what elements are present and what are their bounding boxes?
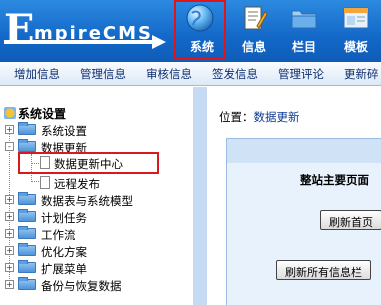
- breadcrumb-link[interactable]: 数据更新: [254, 110, 300, 124]
- expand-toggle-icon[interactable]: +: [5, 195, 14, 204]
- folder-icon: [18, 226, 36, 239]
- expand-toggle-icon[interactable]: +: [5, 229, 14, 238]
- folder-icon: [18, 209, 36, 222]
- folder-icon: [18, 122, 36, 135]
- sidebar-title: 系统设置: [4, 105, 66, 122]
- globe-icon: [186, 4, 214, 32]
- sidebar-item-extend-menu[interactable]: + 扩展菜单: [5, 260, 185, 276]
- expand-toggle-icon[interactable]: +: [5, 212, 14, 221]
- folder-icon: [18, 139, 36, 152]
- sidebar-item-remote-publish[interactable]: 远程发布: [14, 175, 174, 191]
- expand-toggle-icon[interactable]: +: [5, 125, 14, 134]
- highlight-box: [18, 152, 159, 174]
- home-settings-icon: [4, 107, 16, 119]
- subnav-update-fragments[interactable]: 更新碎: [344, 66, 379, 82]
- sidebar-item-workflow[interactable]: + 工作流: [5, 226, 185, 242]
- folder-icon: [18, 277, 36, 290]
- collapse-toggle-icon[interactable]: -: [5, 142, 14, 151]
- subnav-sign-info[interactable]: 签发信息: [212, 66, 258, 82]
- sidebar-item-tables-models[interactable]: + 数据表与系统模型: [5, 192, 190, 208]
- panel-title-bar: [227, 139, 381, 163]
- expand-toggle-icon[interactable]: +: [5, 263, 14, 272]
- page-icon: [40, 176, 50, 189]
- subnav-manage-info[interactable]: 管理信息: [80, 66, 126, 82]
- folder-icon: [18, 260, 36, 273]
- sidebar-item-system-settings[interactable]: + 系统设置: [5, 122, 185, 138]
- expand-toggle-icon[interactable]: +: [5, 280, 14, 289]
- refresh-all-info-button[interactable]: 刷新所有信息栏: [276, 260, 371, 280]
- sidebar-item-scheduled-tasks[interactable]: + 计划任务: [5, 209, 185, 225]
- window-template-icon: [343, 7, 369, 29]
- subnav-manage-comments[interactable]: 管理评论: [278, 66, 324, 82]
- sidebar-item-backup-restore[interactable]: + 备份与恢复数据: [5, 277, 185, 293]
- folder-icon: [18, 243, 36, 256]
- sidebar-item-optimization[interactable]: + 优化方案: [5, 243, 185, 259]
- logo-arrow-icon: [152, 35, 166, 49]
- subnav-add-info[interactable]: 增加信息: [14, 66, 60, 82]
- refresh-homepage-button[interactable]: 刷新首页: [320, 210, 381, 230]
- breadcrumb: 位置：数据更新: [219, 110, 300, 124]
- tab-template[interactable]: 模板: [330, 0, 381, 60]
- panel-heading: 整站主要页面: [300, 173, 369, 187]
- sub-navigation: 增加信息 管理信息 审核信息 签发信息 管理评论 更新碎: [0, 62, 381, 86]
- top-header: E mpireCMS 系统 信息 栏目 模板: [0, 0, 381, 62]
- subnav-review-info[interactable]: 审核信息: [146, 66, 192, 82]
- expand-toggle-icon[interactable]: +: [5, 246, 14, 255]
- tab-column[interactable]: 栏目: [278, 0, 330, 60]
- logo-underline: [4, 40, 154, 44]
- tab-system[interactable]: 系统: [174, 0, 226, 60]
- folder-icon: [18, 192, 36, 205]
- folder-icon: [291, 10, 317, 29]
- panel-divider[interactable]: [193, 87, 207, 305]
- tab-info[interactable]: 信息: [228, 0, 280, 60]
- document-edit-icon: [244, 6, 268, 30]
